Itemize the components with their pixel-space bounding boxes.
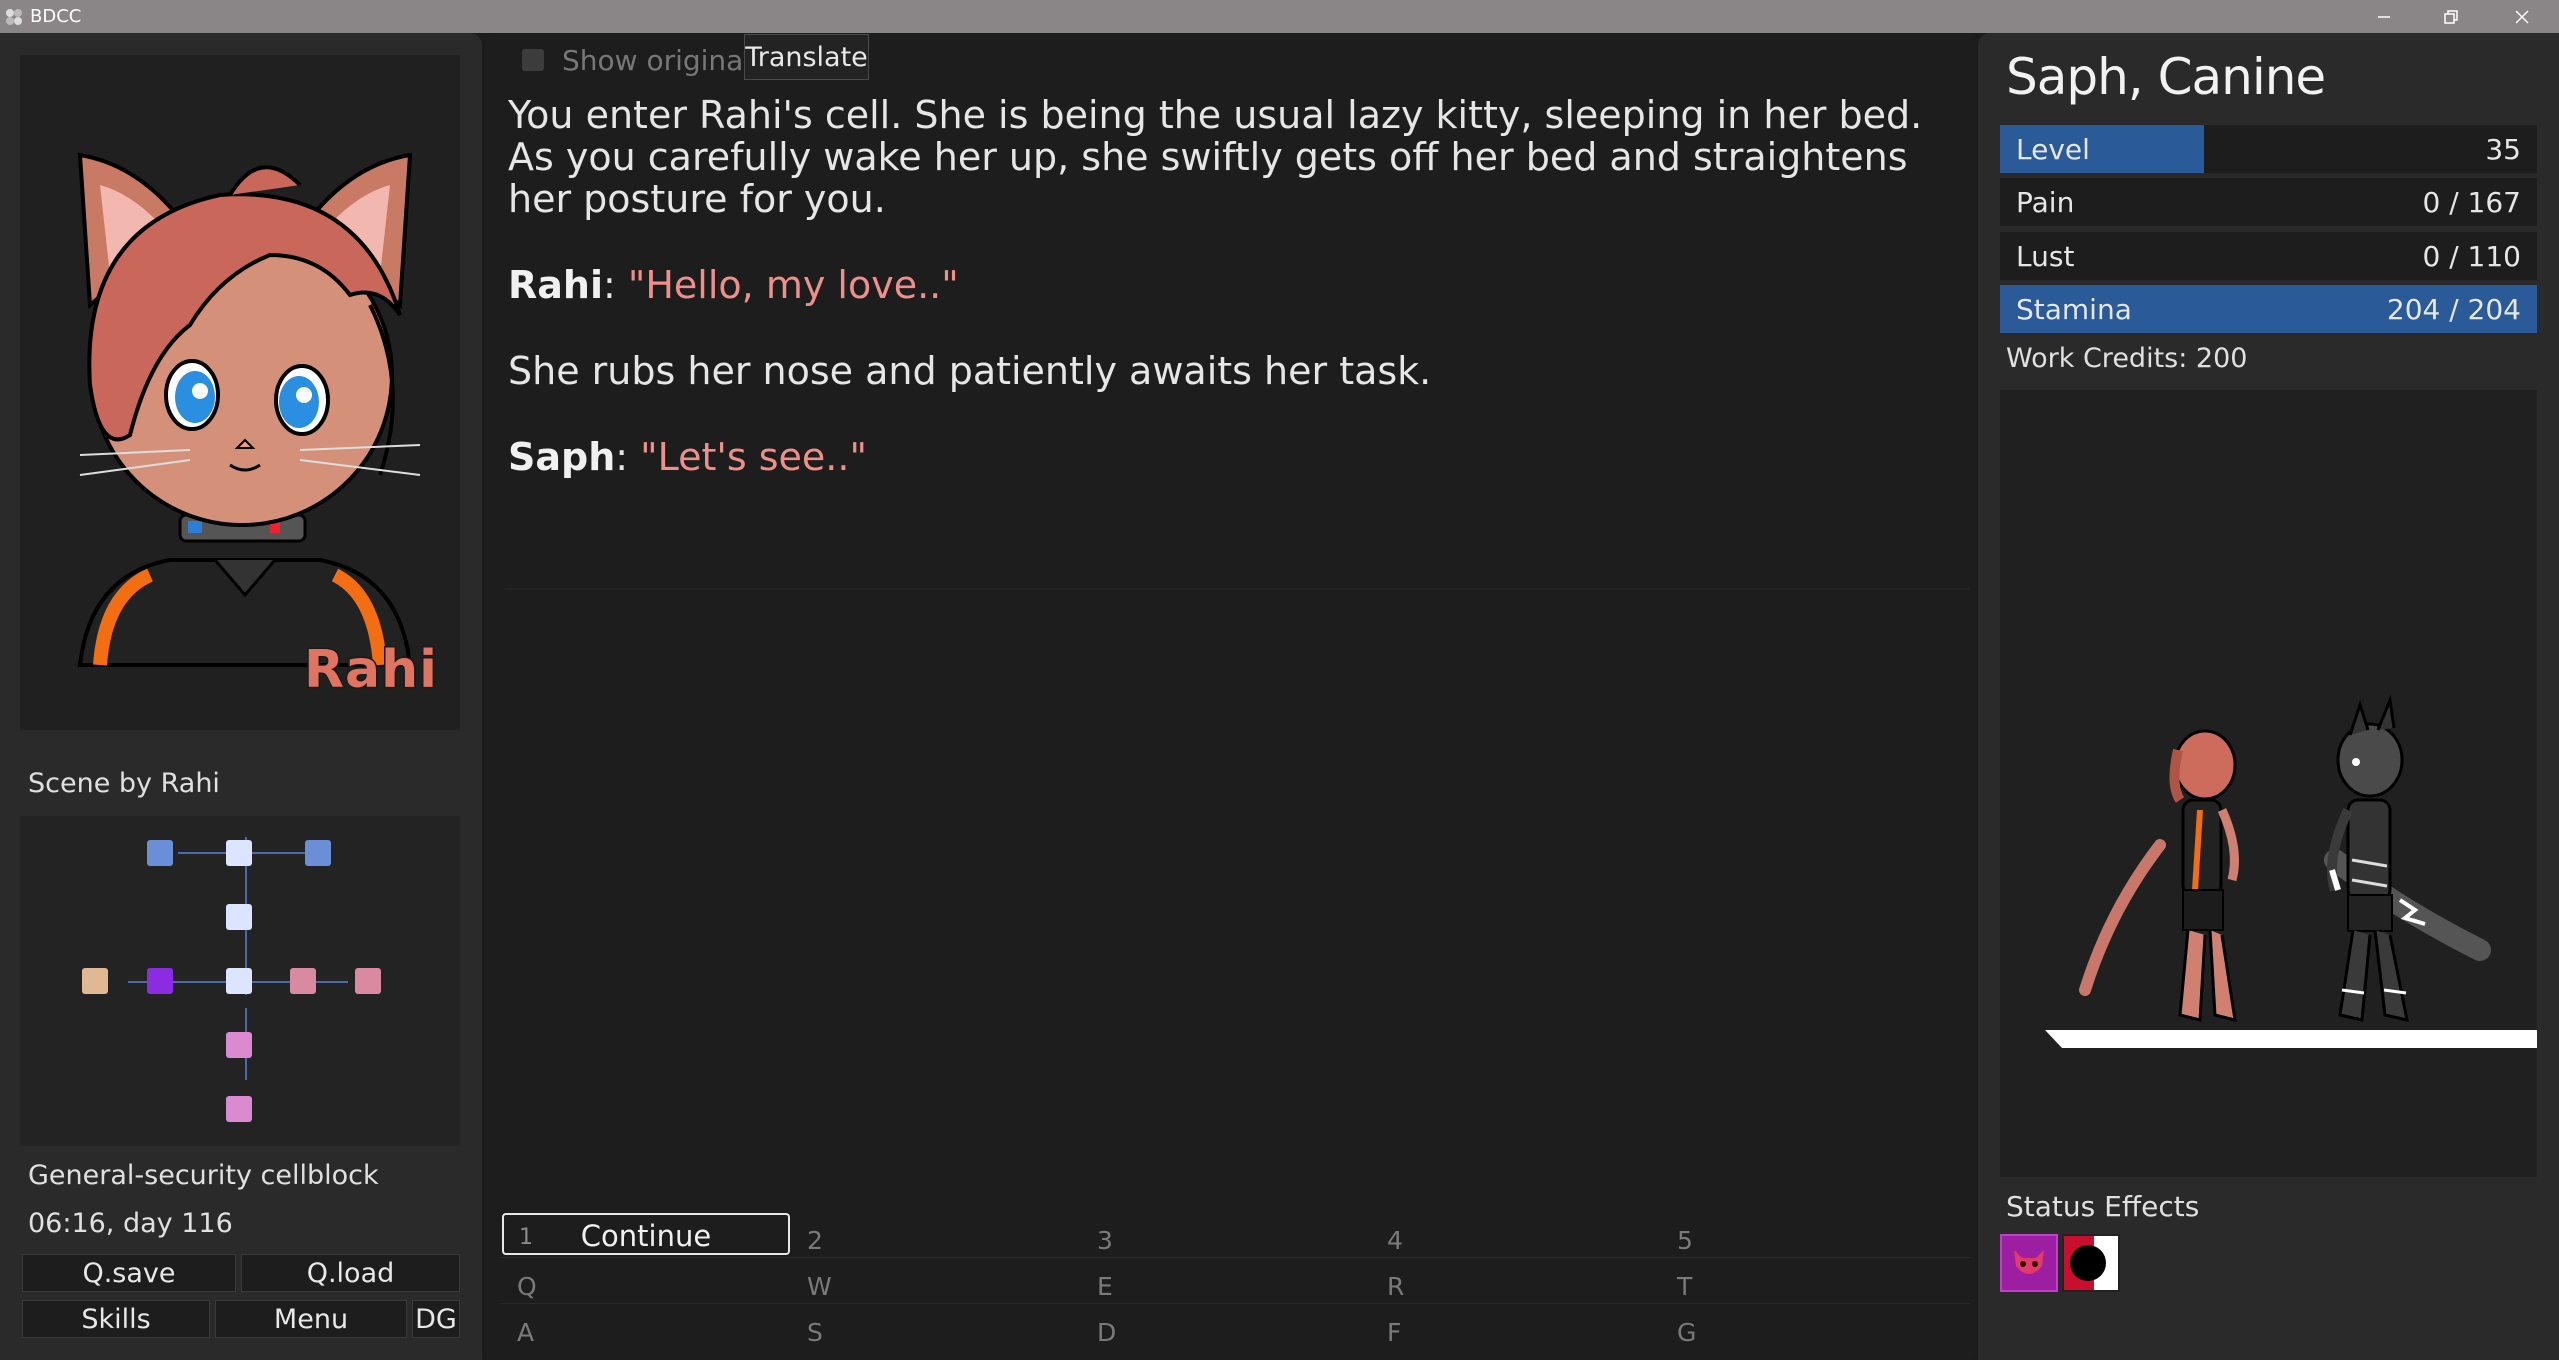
option-slot-e[interactable]: E <box>1080 1263 1370 1305</box>
minimap-room <box>226 840 252 866</box>
restore-button[interactable] <box>2421 0 2481 33</box>
time-label: 06:16, day 116 <box>28 1208 233 1239</box>
stat-level: Level 35 <box>2000 125 2537 173</box>
stat-label: Lust <box>2016 240 2075 273</box>
option-slot-a[interactable]: A <box>500 1309 790 1351</box>
option-slot-2[interactable]: 2 <box>790 1217 1080 1259</box>
narration-paragraph: She rubs her nose and patiently awaits h… <box>508 349 1432 393</box>
close-icon <box>2515 9 2529 24</box>
option-slot-5[interactable]: 5 <box>1660 1217 1950 1259</box>
player-name: Saph, Canine <box>2006 48 2326 106</box>
options-grid: 1 Continue 2 3 4 5 Q W E R T A S D F G <box>500 1205 1970 1355</box>
location-label: General-security cellblock <box>28 1160 379 1191</box>
app-icon <box>6 9 22 25</box>
show-original-label: Show original <box>562 44 752 77</box>
option-slot-q[interactable]: Q <box>500 1263 790 1305</box>
close-button[interactable] <box>2492 0 2552 33</box>
title-bar: BDCC <box>0 0 2559 33</box>
stat-value: 35 <box>2485 133 2521 166</box>
dialogue-separator: : <box>615 435 641 479</box>
doll-scene-image <box>2045 694 2537 1048</box>
option-slot-d[interactable]: D <box>1080 1309 1370 1351</box>
character-portrait: Rahi <box>20 55 460 730</box>
portrait-name: Rahi <box>303 639 439 702</box>
option-slot-r[interactable]: R <box>1370 1263 1660 1305</box>
dg-button[interactable]: DG <box>412 1300 460 1338</box>
quick-save-button[interactable]: Q.save <box>22 1254 236 1292</box>
dialogue-line: Saph: "Let's see.." <box>508 436 1968 478</box>
menu-button[interactable]: Menu <box>215 1300 407 1338</box>
quick-load-button[interactable]: Q.load <box>241 1254 460 1292</box>
dialogue-line: Rahi: "Hello, my love.." <box>508 264 1968 306</box>
restore-icon <box>2444 9 2458 24</box>
translate-button[interactable]: Translate <box>744 34 869 80</box>
story-divider <box>505 588 1970 590</box>
dialogue-quote: "Let's see.." <box>640 435 867 479</box>
stat-value: 204 / 204 <box>2386 293 2521 326</box>
stat-value: 0 / 110 <box>2422 240 2522 273</box>
minimize-button[interactable] <box>2354 0 2414 33</box>
work-credits: Work Credits: 200 <box>2006 343 2248 374</box>
minimap-room <box>226 904 252 930</box>
minimap-room <box>290 968 316 994</box>
stat-lust: Lust 0 / 110 <box>2000 232 2537 280</box>
speaker-name: Rahi <box>508 263 603 307</box>
minimap-room <box>226 1096 252 1122</box>
continue-label: Continue <box>580 1219 712 1253</box>
scene-label: Scene by Rahi <box>28 768 220 799</box>
story-text: You enter Rahi's cell. She is being the … <box>508 94 1968 522</box>
window-title: BDCC <box>30 6 82 27</box>
status-effect-demon[interactable] <box>2000 1234 2058 1292</box>
minimap-room <box>355 968 381 994</box>
option-slot-s[interactable]: S <box>790 1309 1080 1351</box>
stat-stamina: Stamina 204 / 204 <box>2000 285 2537 333</box>
dialogue-quote: "Hello, my love.." <box>627 263 959 307</box>
stat-label: Level <box>2016 133 2090 166</box>
dark-orb-icon <box>2070 1236 2118 1290</box>
stat-label: Stamina <box>2016 293 2132 326</box>
character-doll-view <box>2000 390 2537 1177</box>
option-slot-3[interactable]: 3 <box>1080 1217 1370 1259</box>
option-slot-f[interactable]: F <box>1370 1309 1660 1351</box>
status-effects-title: Status Effects <box>2006 1190 2200 1223</box>
minimap-stairs <box>305 840 331 866</box>
stat-value: 0 / 167 <box>2422 186 2522 219</box>
stat-label: Pain <box>2016 186 2075 219</box>
skills-button[interactable]: Skills <box>22 1300 210 1338</box>
minimap-stairs <box>147 840 173 866</box>
option-slot-w[interactable]: W <box>790 1263 1080 1305</box>
speaker-name: Saph <box>508 435 616 479</box>
minimap-current-room <box>147 968 173 994</box>
status-effect-orb[interactable] <box>2062 1234 2120 1292</box>
minimap-room <box>226 968 252 994</box>
narration-paragraph: You enter Rahi's cell. She is being the … <box>508 93 1923 221</box>
rahi-portrait-image <box>77 152 421 667</box>
minimize-icon <box>2378 15 2390 18</box>
stat-pain: Pain 0 / 167 <box>2000 178 2537 226</box>
option-slot-t[interactable]: T <box>1660 1263 1950 1305</box>
minimap <box>20 816 460 1146</box>
dialogue-separator: : <box>602 263 628 307</box>
show-original-checkbox[interactable] <box>522 49 544 71</box>
continue-button[interactable]: 1 Continue <box>502 1213 790 1255</box>
option-slot-g[interactable]: G <box>1660 1309 1950 1351</box>
demon-face-icon <box>2014 1250 2044 1274</box>
minimap-room <box>226 1032 252 1058</box>
option-slot-4[interactable]: 4 <box>1370 1217 1660 1259</box>
minimap-room <box>82 968 108 994</box>
